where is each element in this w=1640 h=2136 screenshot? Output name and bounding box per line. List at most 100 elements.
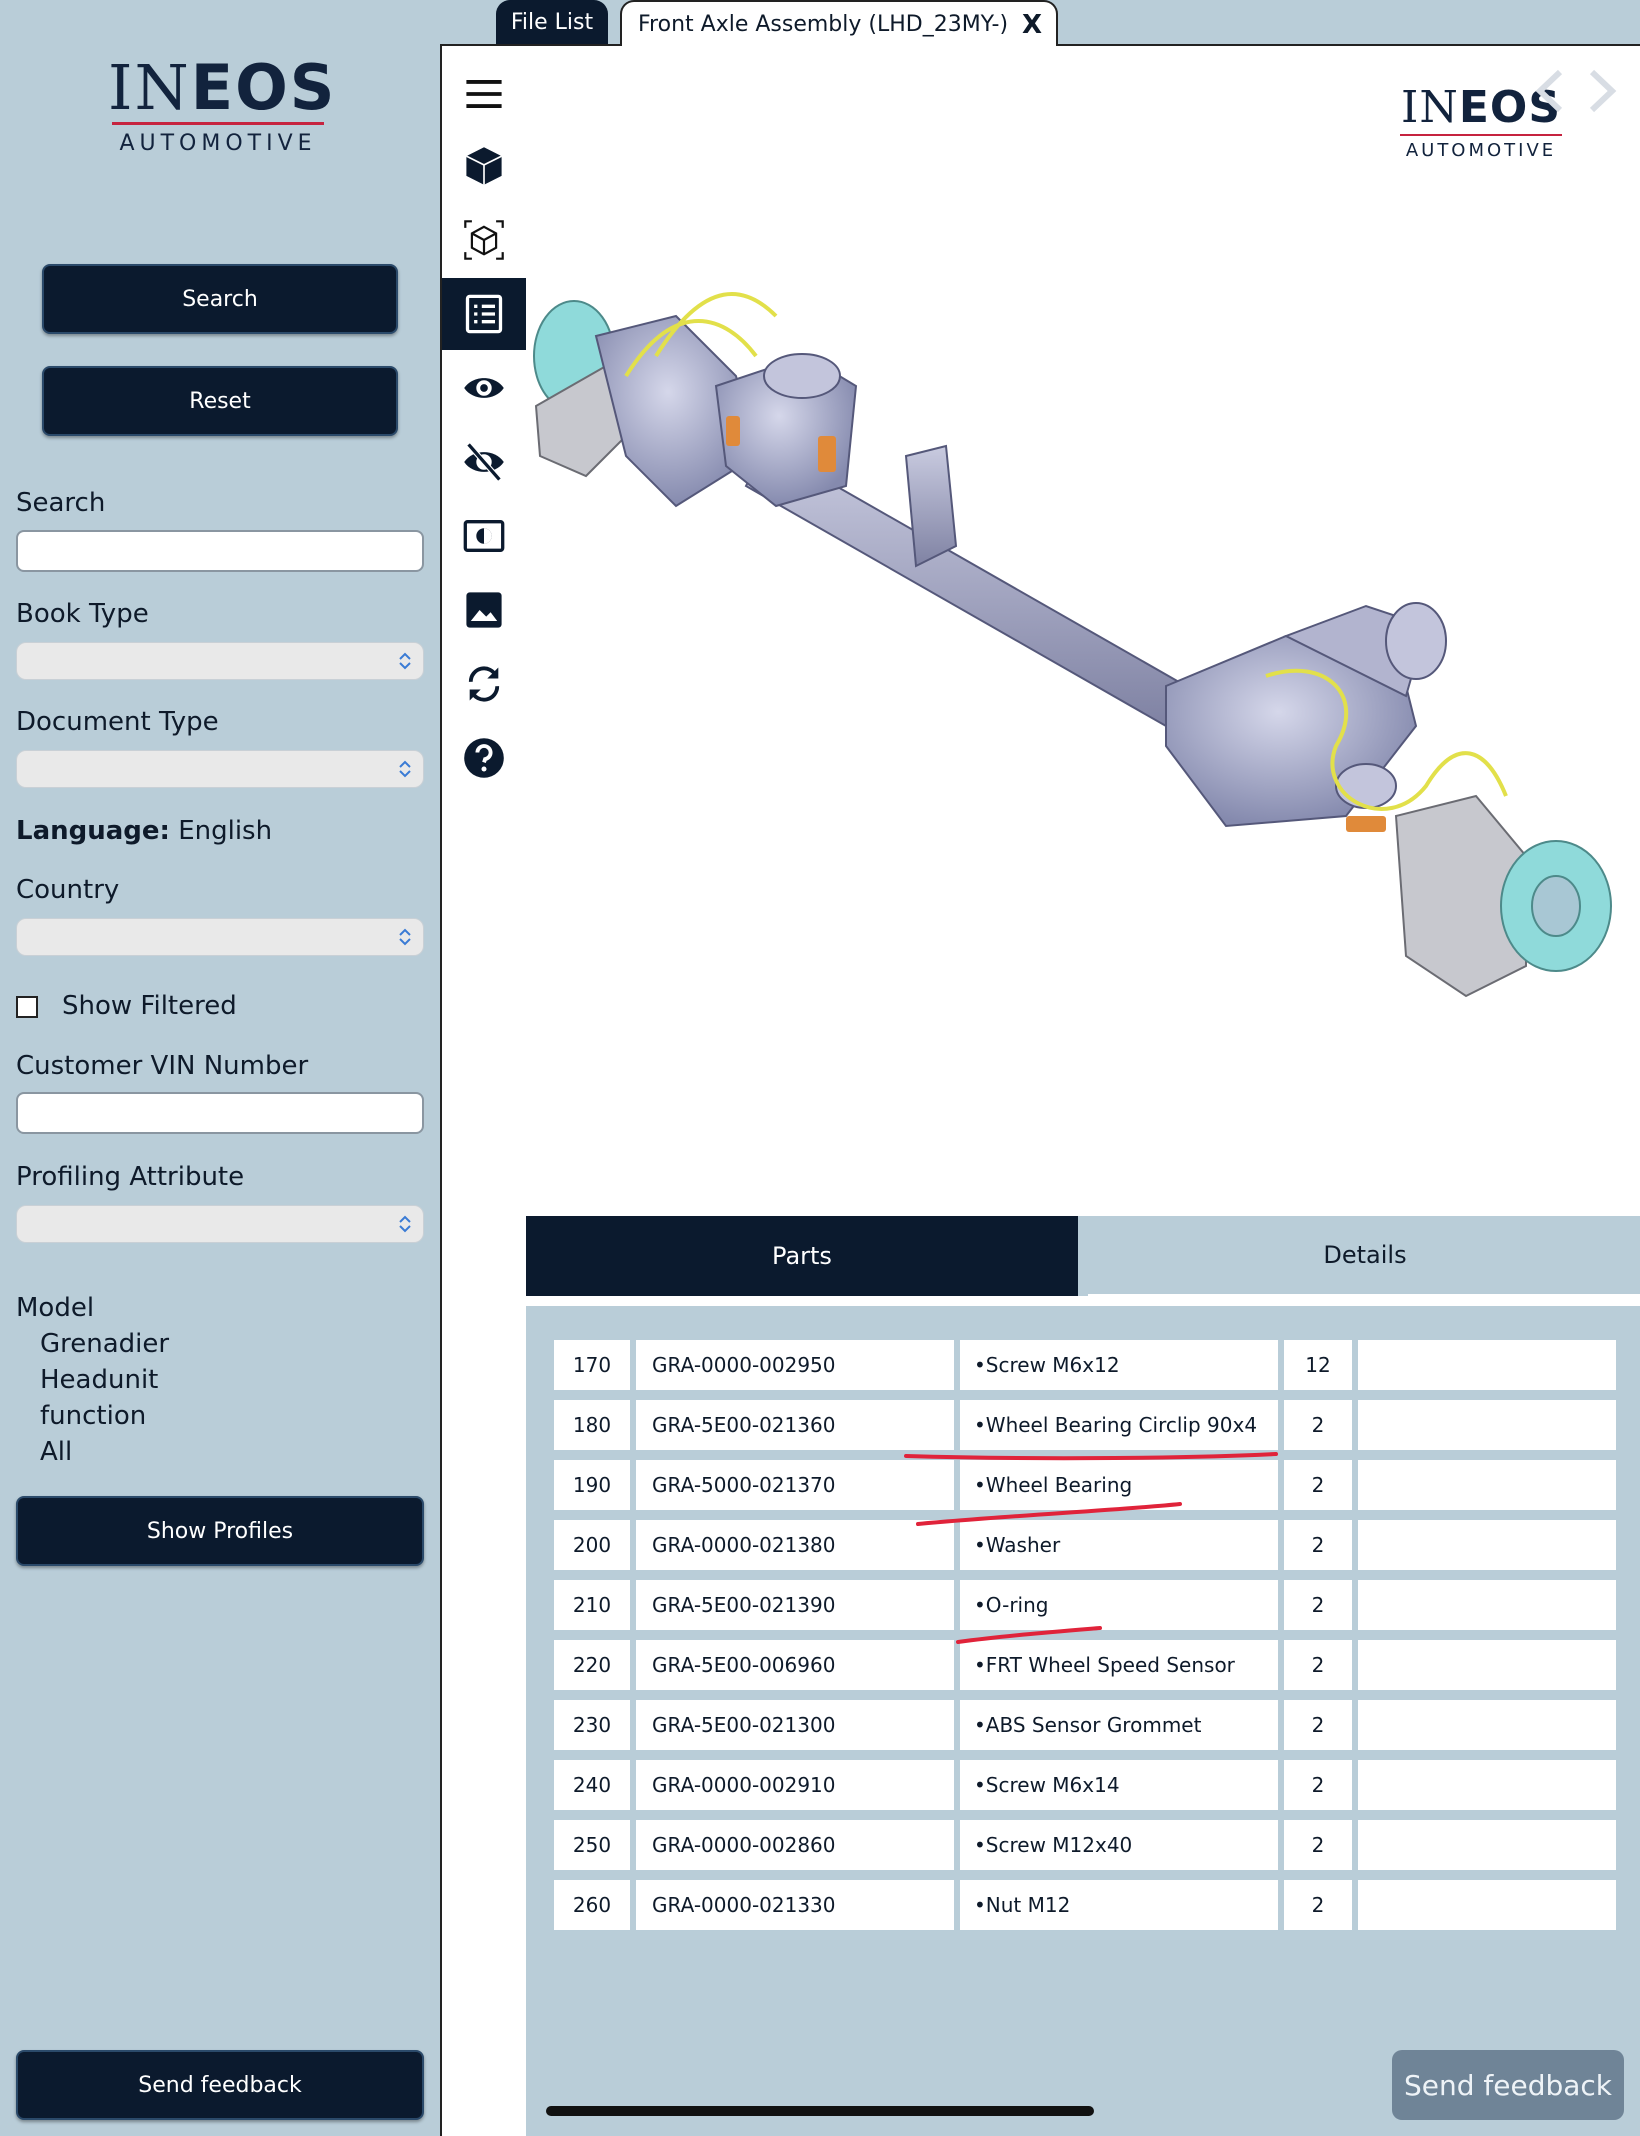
part-quantity: 2: [1284, 1640, 1352, 1690]
item-number: 190: [554, 1460, 630, 1510]
logo-subtitle: AUTOMOTIVE: [1405, 140, 1557, 161]
refresh-icon[interactable]: [442, 648, 526, 720]
sidebar: INEOS AUTOMOTIVE Search Reset Search Boo…: [0, 0, 440, 2136]
logo-text-bold: EOS: [190, 51, 337, 124]
search-label: Search: [16, 488, 106, 518]
part-quantity: 12: [1284, 1340, 1352, 1390]
part-number: GRA-5E00-021300: [636, 1700, 954, 1750]
item-number: 250: [554, 1820, 630, 1870]
table-row[interactable]: 230 GRA-5E00-021300 •ABS Sensor Grommet …: [554, 1700, 1616, 1760]
search-button[interactable]: Search: [42, 264, 398, 334]
image-icon[interactable]: [442, 574, 526, 646]
part-quantity: 2: [1284, 1700, 1352, 1750]
language-label: Language:: [16, 816, 170, 846]
part-quantity: 2: [1284, 1760, 1352, 1810]
extra-cell: [1358, 1760, 1616, 1810]
table-row[interactable]: 250 GRA-0000-002860 •Screw M12x40 2: [554, 1820, 1616, 1880]
item-number: 200: [554, 1520, 630, 1570]
item-number: 210: [554, 1580, 630, 1630]
extra-cell: [1358, 1460, 1616, 1510]
part-quantity: 2: [1284, 1520, 1352, 1570]
logo-subtitle: AUTOMOTIVE: [119, 131, 317, 156]
parts-list-icon[interactable]: [442, 278, 526, 350]
menu-icon[interactable]: [442, 58, 526, 130]
logo-rule: [1400, 134, 1562, 136]
part-number: GRA-5E00-021360: [636, 1400, 954, 1450]
table-row[interactable]: 260 GRA-0000-021330 •Nut M12 2: [554, 1880, 1616, 1940]
chevron-updown-icon: [399, 652, 411, 670]
close-tab-button[interactable]: X: [1022, 10, 1042, 40]
viewer-send-feedback-button[interactable]: Send feedback: [1392, 2050, 1624, 2120]
profiling-attribute-select[interactable]: [16, 1205, 424, 1243]
reset-button[interactable]: Reset: [42, 366, 398, 436]
part-number: GRA-0000-002910: [636, 1760, 954, 1810]
tab-file-list[interactable]: File List: [496, 0, 608, 44]
model-item[interactable]: Headunit: [16, 1362, 169, 1398]
item-number: 230: [554, 1700, 630, 1750]
country-select[interactable]: [16, 918, 424, 956]
part-description: •Screw M12x40: [960, 1820, 1278, 1870]
part-quantity: 2: [1284, 1400, 1352, 1450]
parts-table: 170 GRA-0000-002950 •Screw M6x12 12 180 …: [554, 1340, 1616, 1940]
table-row[interactable]: 240 GRA-0000-002910 •Screw M6x14 2: [554, 1760, 1616, 1820]
part-description: •FRT Wheel Speed Sensor: [960, 1640, 1278, 1690]
isolate-icon[interactable]: [442, 500, 526, 572]
model-item[interactable]: All: [16, 1434, 169, 1470]
model-list: Model Grenadier Headunit function All: [16, 1290, 169, 1470]
document-viewer: INEOS AUTOMOTIVE Parts Details 170 GRA-0…: [440, 44, 1640, 2136]
tab-parts[interactable]: Parts: [526, 1216, 1078, 1296]
tab-front-axle-assembly[interactable]: Front Axle Assembly (LHD_23MY-) X: [620, 0, 1058, 46]
model-item[interactable]: function: [16, 1398, 169, 1434]
extra-cell: [1358, 1580, 1616, 1630]
show-filtered-label: Show Filtered: [62, 991, 237, 1021]
part-quantity: 2: [1284, 1580, 1352, 1630]
profiling-attribute-label: Profiling Attribute: [16, 1162, 245, 1192]
part-description: •Wheel Bearing: [960, 1460, 1278, 1510]
table-row[interactable]: 170 GRA-0000-002950 •Screw M6x12 12: [554, 1340, 1616, 1400]
show-profiles-button[interactable]: Show Profiles: [16, 1496, 424, 1566]
model-label: Model: [16, 1293, 95, 1323]
extra-cell: [1358, 1640, 1616, 1690]
tab-details[interactable]: Details: [1088, 1216, 1640, 1296]
cube-solid-icon[interactable]: [442, 130, 526, 202]
model-item[interactable]: Grenadier: [16, 1326, 169, 1362]
show-filtered-checkbox[interactable]: [16, 996, 38, 1018]
part-description: •Nut M12: [960, 1880, 1278, 1930]
table-row[interactable]: 190 GRA-5000-021370 •Wheel Bearing 2: [554, 1460, 1616, 1520]
chevron-updown-icon: [399, 1215, 411, 1233]
axle-3d-model[interactable]: [526, 276, 1640, 1096]
part-description: •ABS Sensor Grommet: [960, 1700, 1278, 1750]
tab-title: Front Axle Assembly (LHD_23MY-): [638, 11, 1009, 37]
help-icon[interactable]: [442, 722, 526, 794]
extra-cell: [1358, 1520, 1616, 1570]
book-type-label: Book Type: [16, 599, 149, 629]
parts-panel: Parts Details 170 GRA-0000-002950 •Screw…: [526, 1216, 1640, 2136]
document-type-select[interactable]: [16, 750, 424, 788]
part-description: •Washer: [960, 1520, 1278, 1570]
hide-icon[interactable]: [442, 426, 526, 498]
extra-cell: [1358, 1820, 1616, 1870]
extra-cell: [1358, 1340, 1616, 1390]
cube-wireframe-icon[interactable]: [442, 204, 526, 276]
part-number: GRA-0000-021380: [636, 1520, 954, 1570]
table-row[interactable]: 180 GRA-5E00-021360 •Wheel Bearing Circl…: [554, 1400, 1616, 1460]
extra-cell: [1358, 1880, 1616, 1930]
table-row[interactable]: 200 GRA-0000-021380 •Washer 2: [554, 1520, 1616, 1580]
search-input[interactable]: [16, 530, 424, 572]
part-number: GRA-0000-002860: [636, 1820, 954, 1870]
send-feedback-button[interactable]: Send feedback: [16, 2050, 424, 2120]
show-icon[interactable]: [442, 352, 526, 424]
part-quantity: 2: [1284, 1820, 1352, 1870]
country-label: Country: [16, 875, 120, 905]
nav-arrows: [1535, 69, 1617, 113]
logo-text-light: IN: [108, 51, 191, 124]
chevron-updown-icon: [399, 928, 411, 946]
table-row[interactable]: 220 GRA-5E00-006960 •FRT Wheel Speed Sen…: [554, 1640, 1616, 1700]
vin-input[interactable]: [16, 1092, 424, 1134]
book-type-select[interactable]: [16, 642, 424, 680]
horizontal-scrollbar[interactable]: [546, 2106, 1094, 2116]
part-number: GRA-5000-021370: [636, 1460, 954, 1510]
table-row[interactable]: 210 GRA-5E00-021390 •O-ring 2: [554, 1580, 1616, 1640]
vin-label: Customer VIN Number: [16, 1051, 309, 1081]
item-number: 180: [554, 1400, 630, 1450]
